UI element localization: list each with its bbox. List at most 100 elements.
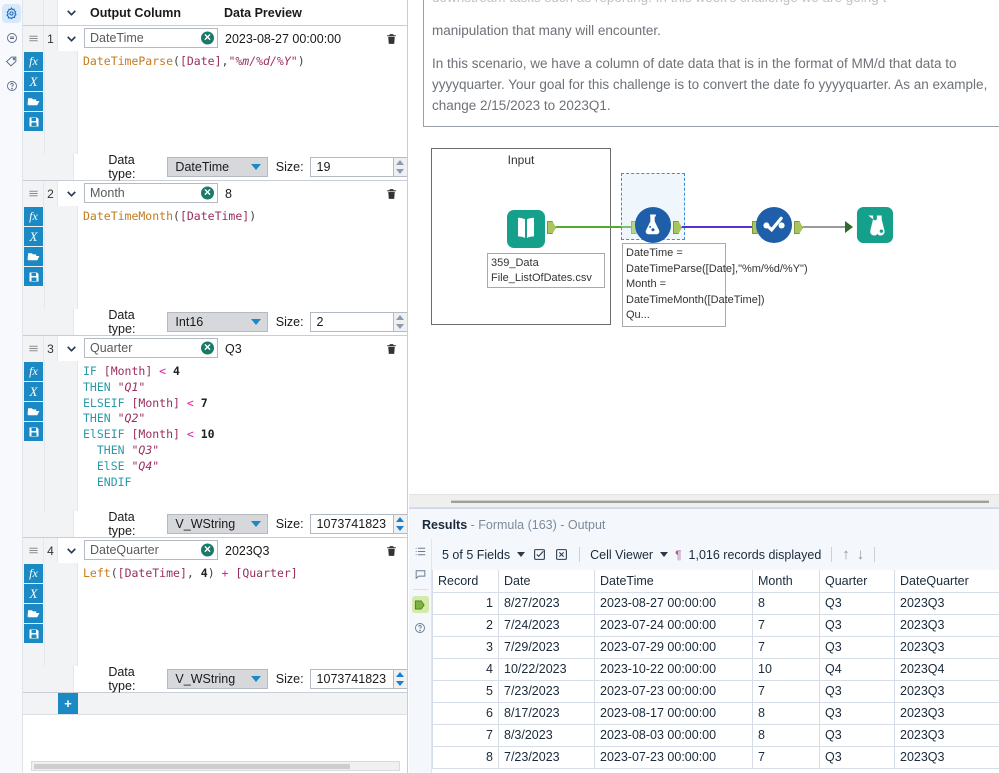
- table-cell[interactable]: Q3: [820, 702, 895, 724]
- table-cell[interactable]: 2023-07-23 00:00:00: [595, 680, 753, 702]
- variable-x-icon[interactable]: X: [24, 72, 43, 91]
- table-cell[interactable]: 5: [433, 680, 499, 702]
- table-cell[interactable]: 7/23/2023: [499, 746, 595, 768]
- table-cell[interactable]: 2023-07-24 00:00:00: [595, 614, 753, 636]
- table-cell[interactable]: 7/29/2023: [499, 636, 595, 658]
- table-cell[interactable]: 8/17/2023: [499, 702, 595, 724]
- select-output-anchor[interactable]: [794, 221, 803, 234]
- header-collapse-all-chevron-icon[interactable]: [58, 0, 84, 25]
- splitter-grip[interactable]: [451, 500, 989, 503]
- table-row[interactable]: 87/23/20232023-07-23 00:00:007Q32023Q3: [433, 746, 999, 768]
- row-collapse-chevron-icon[interactable]: [58, 181, 84, 206]
- output-column-input[interactable]: Month✕: [84, 183, 218, 203]
- variable-x-icon[interactable]: X: [24, 227, 43, 246]
- formula-expression-text[interactable]: DateTimeMonth([DateTime]): [78, 206, 408, 309]
- size-input[interactable]: 1073741823: [310, 514, 394, 534]
- open-folder-icon[interactable]: [24, 402, 43, 421]
- table-cell[interactable]: 2023-10-22 00:00:00: [595, 658, 753, 680]
- size-stepper-up-icon[interactable]: [396, 672, 404, 677]
- data-type-chevron-down-icon[interactable]: [251, 676, 261, 682]
- results-splitter[interactable]: [409, 494, 999, 508]
- table-cell[interactable]: Q3: [820, 614, 895, 636]
- help-icon[interactable]: [412, 619, 429, 636]
- data-type-select[interactable]: Int16: [167, 312, 267, 332]
- data-type-chevron-down-icon[interactable]: [251, 319, 261, 325]
- table-cell[interactable]: 2023Q4: [895, 658, 999, 680]
- fields-selector-label[interactable]: 5 of 5 Fields: [442, 548, 510, 562]
- table-cell[interactable]: 7: [753, 614, 820, 636]
- config-scrollbar-thumb[interactable]: [34, 764, 350, 769]
- formula-expression-text[interactable]: IF [Month] < 4 THEN "Q1" ELSEIF [Month] …: [78, 361, 408, 511]
- data-type-select[interactable]: V_WString: [167, 514, 267, 534]
- add-formula-button[interactable]: +: [58, 693, 78, 714]
- scroll-down-icon[interactable]: ↓: [857, 546, 865, 563]
- clear-field-icon[interactable]: ✕: [201, 32, 214, 45]
- row-collapse-chevron-icon[interactable]: [58, 336, 84, 361]
- table-column-header[interactable]: DateTime: [595, 570, 753, 592]
- table-cell[interactable]: 2023Q3: [895, 680, 999, 702]
- open-folder-icon[interactable]: [24, 604, 43, 623]
- table-cell[interactable]: Q3: [820, 636, 895, 658]
- delete-formula-icon[interactable]: [374, 26, 408, 51]
- cell-viewer-chevron-down-icon[interactable]: [660, 552, 668, 557]
- save-floppy-icon[interactable]: [24, 624, 43, 643]
- table-cell[interactable]: 2023-08-27 00:00:00: [595, 592, 753, 614]
- table-column-header[interactable]: Quarter: [820, 570, 895, 592]
- table-row[interactable]: 78/3/20232023-08-03 00:00:008Q32023Q3: [433, 724, 999, 746]
- table-column-header[interactable]: Record: [433, 570, 499, 592]
- function-fx-icon[interactable]: fx: [24, 362, 43, 381]
- table-cell[interactable]: 8/3/2023: [499, 724, 595, 746]
- workflow-canvas[interactable]: Input 359_Data File_ListOfDates.csv: [409, 131, 999, 468]
- clear-selection-icon[interactable]: [554, 547, 569, 562]
- size-stepper-down-icon[interactable]: [396, 169, 404, 174]
- delete-formula-icon[interactable]: [374, 538, 408, 563]
- row-collapse-chevron-icon[interactable]: [58, 26, 84, 51]
- size-stepper-down-icon[interactable]: [396, 324, 404, 329]
- messages-icon[interactable]: [412, 566, 429, 583]
- select-check-icon[interactable]: [755, 206, 793, 249]
- table-cell[interactable]: 6: [433, 702, 499, 724]
- clear-field-icon[interactable]: ✕: [201, 544, 214, 557]
- table-cell[interactable]: Q4: [820, 658, 895, 680]
- table-cell[interactable]: 4: [433, 658, 499, 680]
- data-type-chevron-down-icon[interactable]: [251, 521, 261, 527]
- open-folder-icon[interactable]: [24, 92, 43, 111]
- clear-field-icon[interactable]: ✕: [201, 342, 214, 355]
- row-drag-handle-icon[interactable]: [23, 336, 44, 361]
- size-stepper[interactable]: [393, 514, 408, 534]
- browse-binoculars-icon[interactable]: [856, 206, 894, 249]
- open-folder-icon[interactable]: [24, 247, 43, 266]
- function-fx-icon[interactable]: fx: [24, 564, 43, 583]
- row-drag-handle-icon[interactable]: [23, 26, 44, 51]
- config-horizontal-scrollbar[interactable]: [31, 761, 400, 771]
- save-floppy-icon[interactable]: [24, 112, 43, 131]
- data-type-select[interactable]: V_WString: [167, 669, 267, 689]
- table-cell[interactable]: 8: [753, 592, 820, 614]
- tag-icon[interactable]: [2, 52, 21, 71]
- data-type-chevron-down-icon[interactable]: [251, 164, 261, 170]
- size-stepper[interactable]: [393, 312, 408, 332]
- row-collapse-chevron-icon[interactable]: [58, 538, 84, 563]
- table-cell[interactable]: 7: [753, 680, 820, 702]
- table-column-header[interactable]: Date: [499, 570, 595, 592]
- table-cell[interactable]: Q3: [820, 680, 895, 702]
- size-stepper-up-icon[interactable]: [396, 160, 404, 165]
- formula-expression-text[interactable]: DateTimeParse([Date],"%m/%d/%Y"): [78, 51, 408, 154]
- table-cell[interactable]: 1: [433, 592, 499, 614]
- table-cell[interactable]: 2023Q3: [895, 592, 999, 614]
- table-cell[interactable]: 2023-07-23 00:00:00: [595, 746, 753, 768]
- table-row[interactable]: 18/27/20232023-08-27 00:00:008Q32023Q3: [433, 592, 999, 614]
- pilcrow-icon[interactable]: ¶: [675, 548, 681, 562]
- output-column-input[interactable]: Quarter✕: [84, 338, 218, 358]
- results-data-table[interactable]: RecordDateDateTimeMonthQuarterDateQuarte…: [432, 570, 999, 773]
- table-cell[interactable]: 2023-07-29 00:00:00: [595, 636, 753, 658]
- table-cell[interactable]: 2023Q3: [895, 636, 999, 658]
- gear-icon[interactable]: [2, 4, 21, 23]
- cell-viewer-label[interactable]: Cell Viewer: [590, 548, 653, 562]
- table-cell[interactable]: 7: [433, 724, 499, 746]
- table-cell[interactable]: Q3: [820, 724, 895, 746]
- scroll-up-icon[interactable]: ↑: [842, 546, 850, 563]
- table-cell[interactable]: 7/23/2023: [499, 680, 595, 702]
- list-icon[interactable]: [412, 543, 429, 560]
- clear-field-icon[interactable]: ✕: [201, 187, 214, 200]
